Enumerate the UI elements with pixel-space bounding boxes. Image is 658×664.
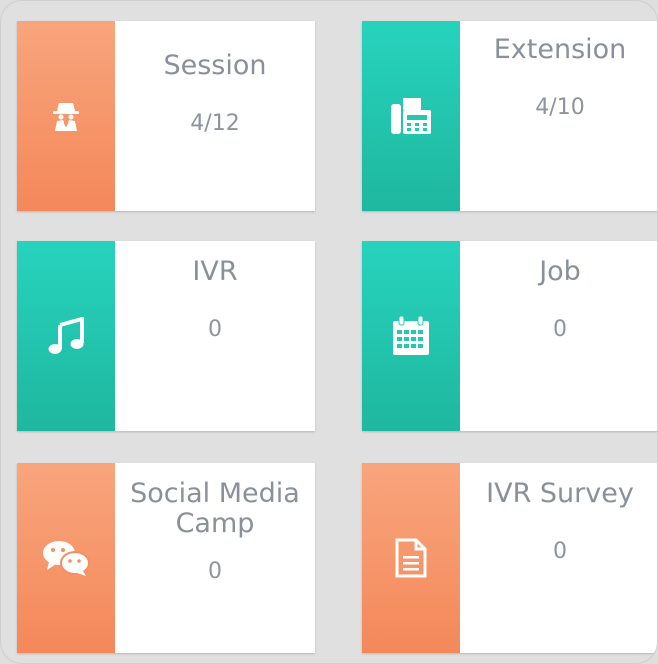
card-title: Session [163,50,267,81]
card-title: Extension [493,34,627,65]
card-value: 0 [208,559,222,584]
stat-card-job[interactable]: Job 0 [362,241,657,431]
calendar-icon [391,315,431,357]
card-icon-panel [362,463,460,653]
document-icon [394,538,428,578]
music-icon [48,317,84,355]
card-icon-panel [17,241,115,431]
card-icon-panel [17,463,115,653]
spy-icon [49,99,83,133]
card-title: IVR [192,256,238,287]
card-value: 0 [208,317,222,342]
card-icon-panel [17,21,115,211]
card-icon-panel [362,241,460,431]
stat-card-ivr[interactable]: IVR 0 [17,241,315,431]
chat-icon [41,539,91,577]
card-value: 4/12 [190,111,240,136]
card-value: 0 [553,317,567,342]
stat-card-extension[interactable]: Extension 4/10 [362,21,657,211]
card-value: 0 [553,539,567,564]
fax-icon [389,96,433,136]
card-value: 4/10 [535,95,585,120]
stat-card-ivr-survey[interactable]: IVR Survey 0 [362,463,657,653]
card-title: Job [539,256,581,287]
card-title: Social Media Camp [130,478,300,539]
stat-card-session[interactable]: Session 4/12 [17,21,315,211]
dashboard-stats: Session 4/12 Extension 4/10 IVR 0 Job 0 … [0,0,658,664]
card-icon-panel [362,21,460,211]
stat-card-social-media-camp[interactable]: Social Media Camp 0 [17,463,315,653]
card-title: IVR Survey [486,478,634,509]
